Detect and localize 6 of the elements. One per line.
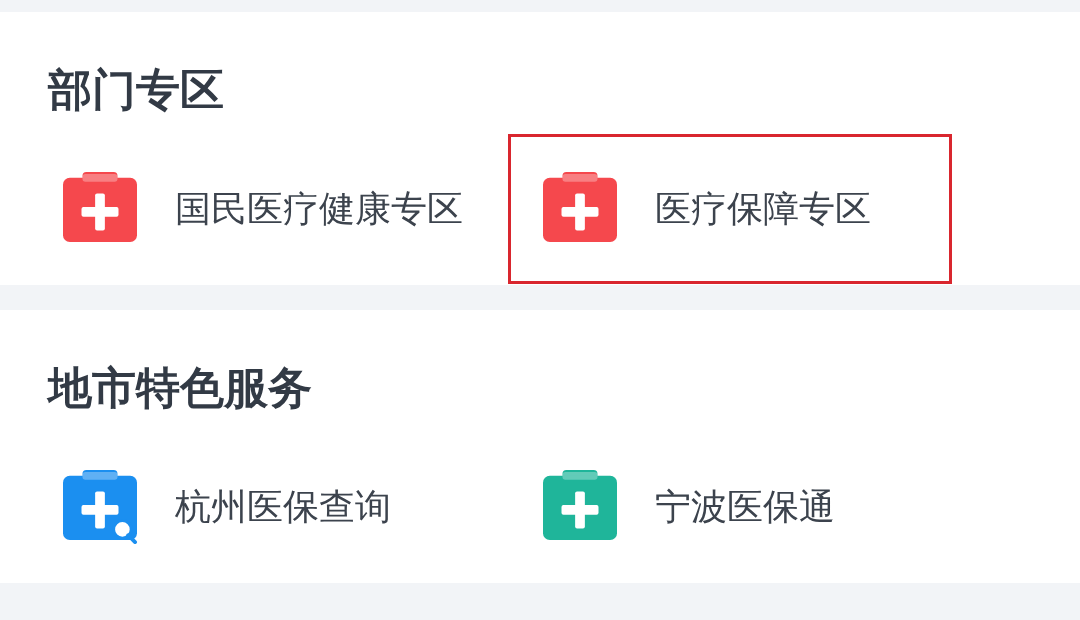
service-item[interactable]: 国民医疗健康专区 <box>28 134 508 284</box>
service-item[interactable]: 医疗保障专区 <box>508 134 952 284</box>
section-title: 地市特色服务 <box>48 361 313 415</box>
service-item[interactable]: 宁波医保通 <box>508 432 952 582</box>
section-title: 部门专区 <box>48 63 225 117</box>
service-item[interactable]: 杭州医保查询 <box>28 432 508 582</box>
